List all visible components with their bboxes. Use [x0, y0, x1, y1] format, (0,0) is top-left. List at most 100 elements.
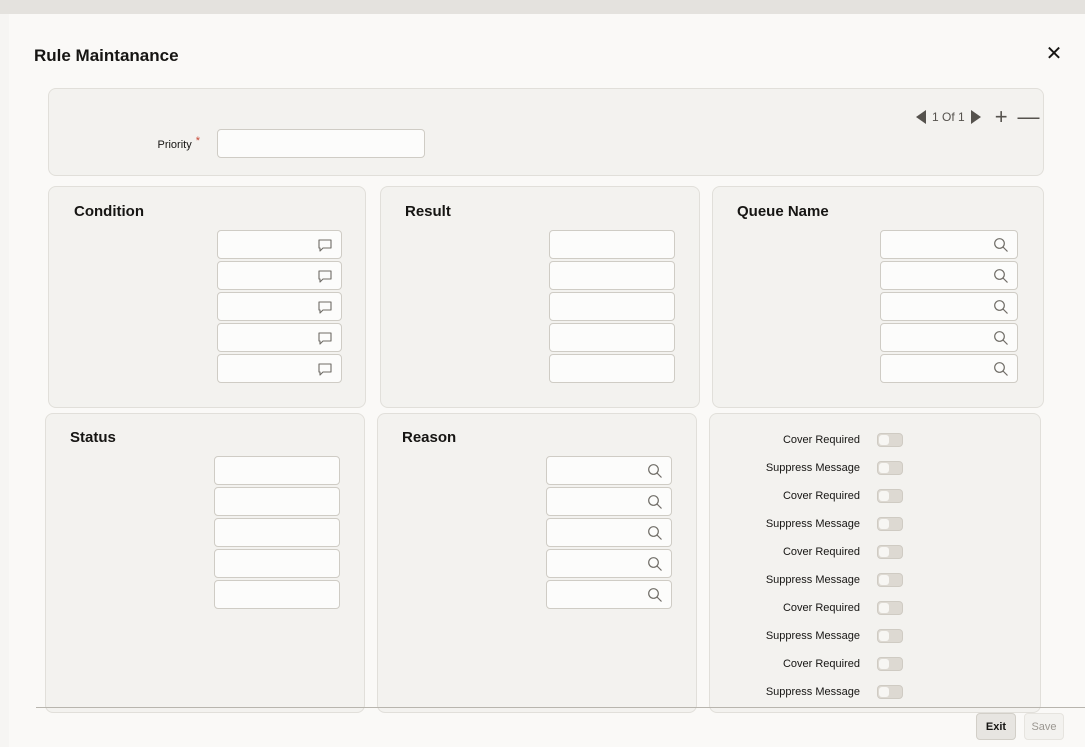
queue-name-title: Queue Name	[737, 203, 829, 220]
required-marker: *	[195, 135, 200, 147]
result-input[interactable]	[549, 230, 675, 259]
queue-name-input[interactable]	[880, 323, 1018, 352]
search-icon[interactable]	[647, 494, 663, 510]
toggle-row: Suppress Message	[720, 573, 920, 589]
search-icon[interactable]	[993, 330, 1009, 346]
toggle-label: Cover Required	[782, 434, 860, 446]
toggle-switch[interactable]	[877, 433, 903, 447]
status-title: Status	[70, 429, 116, 446]
save-button[interactable]: Save	[1024, 713, 1064, 740]
toggle-switch[interactable]	[877, 657, 903, 671]
comment-icon[interactable]	[317, 299, 333, 315]
search-icon[interactable]	[647, 556, 663, 572]
reason-title: Reason	[402, 429, 457, 446]
add-record-button[interactable]: +	[995, 106, 1008, 128]
toggle-row: Cover Required	[720, 433, 920, 449]
toggle-row: Suppress Message	[720, 461, 920, 477]
search-icon[interactable]	[647, 525, 663, 541]
exit-button[interactable]: Exit	[976, 713, 1016, 740]
toggle-label: Suppress Message	[765, 686, 860, 698]
priority-panel	[48, 88, 1044, 176]
toggle-label: Suppress Message	[765, 518, 860, 530]
toggle-knob	[879, 463, 889, 473]
toggle-label: Suppress Message	[765, 462, 860, 474]
toggle-row: Suppress Message	[720, 685, 920, 701]
condition-input[interactable]	[217, 261, 342, 290]
condition-input[interactable]	[217, 323, 342, 352]
search-icon[interactable]	[647, 587, 663, 603]
toggle-label: Suppress Message	[765, 630, 860, 642]
toggle-knob	[879, 547, 889, 557]
condition-input[interactable]	[217, 354, 342, 383]
toggle-knob	[879, 631, 889, 641]
toggle-switch[interactable]	[877, 545, 903, 559]
priority-label-text: Priority	[157, 139, 192, 151]
footer-divider	[36, 707, 1085, 708]
toggle-knob	[879, 575, 889, 585]
reason-input[interactable]	[546, 518, 672, 547]
condition-title: Condition	[74, 203, 144, 220]
queue-name-input[interactable]	[880, 261, 1018, 290]
toggle-row: Suppress Message	[720, 517, 920, 533]
previous-record-icon[interactable]	[916, 110, 926, 124]
result-input[interactable]	[549, 261, 675, 290]
status-input[interactable]	[214, 549, 340, 578]
search-icon[interactable]	[993, 237, 1009, 253]
result-input[interactable]	[549, 323, 675, 352]
status-input[interactable]	[214, 456, 340, 485]
toggle-switch[interactable]	[877, 489, 903, 503]
toggle-label: Cover Required	[782, 602, 860, 614]
result-title: Result	[405, 203, 451, 220]
reason-input[interactable]	[546, 580, 672, 609]
toggle-switch[interactable]	[877, 461, 903, 475]
toggle-knob	[879, 603, 889, 613]
comment-icon[interactable]	[317, 268, 333, 284]
queue-name-input[interactable]	[880, 292, 1018, 321]
search-icon[interactable]	[647, 463, 663, 479]
result-input[interactable]	[549, 354, 675, 383]
next-record-icon[interactable]	[970, 110, 981, 124]
toggle-switch[interactable]	[877, 517, 903, 531]
result-input[interactable]	[549, 292, 675, 321]
toggle-row: Cover Required	[720, 657, 920, 673]
search-icon[interactable]	[993, 361, 1009, 377]
priority-label: Priority *	[110, 135, 200, 151]
toggle-label: Suppress Message	[765, 574, 860, 586]
comment-icon[interactable]	[317, 361, 333, 377]
reason-input[interactable]	[546, 487, 672, 516]
toggle-label: Cover Required	[782, 490, 860, 502]
comment-icon[interactable]	[317, 330, 333, 346]
search-icon[interactable]	[993, 299, 1009, 315]
comment-icon[interactable]	[317, 237, 333, 253]
toggle-knob	[879, 491, 889, 501]
queue-name-input[interactable]	[880, 230, 1018, 259]
dialog-title: Rule Maintanance	[34, 46, 179, 65]
toggle-label: Cover Required	[782, 546, 860, 558]
status-input[interactable]	[214, 518, 340, 547]
toggle-row: Suppress Message	[720, 629, 920, 645]
toggle-row: Cover Required	[720, 601, 920, 617]
record-pager: 1 Of 1 + —	[916, 106, 1040, 128]
toggle-switch[interactable]	[877, 685, 903, 699]
queue-name-input[interactable]	[880, 354, 1018, 383]
toggle-knob	[879, 519, 889, 529]
top-strip	[0, 0, 1085, 14]
remove-record-button[interactable]: —	[1018, 106, 1040, 128]
toggle-row: Cover Required	[720, 489, 920, 505]
toggle-knob	[879, 687, 889, 697]
pager-text: 1 Of 1	[932, 110, 965, 124]
toggle-knob	[879, 435, 889, 445]
condition-input[interactable]	[217, 230, 342, 259]
toggle-switch[interactable]	[877, 629, 903, 643]
status-input[interactable]	[214, 487, 340, 516]
condition-input[interactable]	[217, 292, 342, 321]
reason-input[interactable]	[546, 456, 672, 485]
toggle-switch[interactable]	[877, 601, 903, 615]
status-input[interactable]	[214, 580, 340, 609]
priority-input[interactable]	[217, 129, 425, 158]
close-icon[interactable]: ✕	[1044, 44, 1064, 64]
toggle-switch[interactable]	[877, 573, 903, 587]
reason-input[interactable]	[546, 549, 672, 578]
search-icon[interactable]	[993, 268, 1009, 284]
toggle-label: Cover Required	[782, 658, 860, 670]
